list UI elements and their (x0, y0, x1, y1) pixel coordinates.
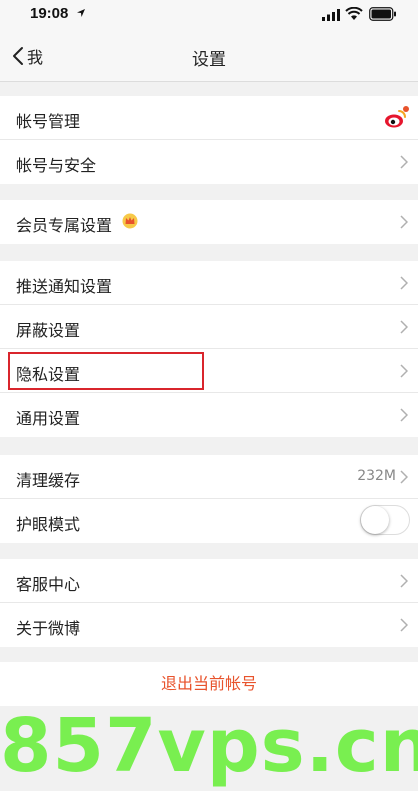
settings-item-eye-protection: 护眼模式 (0, 499, 418, 543)
chevron-right-icon (400, 574, 408, 588)
battery-icon (369, 7, 396, 21)
row-label: 客服中心 (16, 575, 81, 594)
chevron-right-icon (400, 364, 408, 378)
settings-item-push-notifications[interactable]: 推送通知设置 (0, 261, 418, 305)
settings-item-about-weibo[interactable]: 关于微博 (0, 603, 418, 647)
storage-group: 清理缓存 232M 护眼模式 (0, 455, 418, 543)
toggle-knob (361, 506, 389, 534)
settings-item-general[interactable]: 通用设置 (0, 393, 418, 437)
weibo-logo-icon (385, 106, 409, 128)
row-label: 清理缓存 (16, 471, 81, 490)
chevron-right-icon (400, 470, 408, 484)
page-title: 设置 (192, 50, 226, 70)
chevron-right-icon (400, 408, 408, 422)
eye-protection-toggle[interactable] (360, 505, 410, 535)
row-label: 通用设置 (16, 409, 81, 428)
nav-bar: 我 设置 (0, 30, 418, 82)
wifi-icon (345, 7, 363, 20)
row-label: 隐私设置 (16, 365, 81, 384)
settings-item-clear-cache[interactable]: 清理缓存 232M (0, 455, 418, 499)
row-label: 推送通知设置 (16, 277, 113, 296)
cellular-signal-icon (322, 9, 340, 21)
status-time: 19:08 (30, 5, 69, 22)
logout-button[interactable]: 退出当前帐号 (0, 662, 418, 706)
about-group: 客服中心 关于微博 (0, 559, 418, 647)
chevron-right-icon (400, 276, 408, 290)
row-label: 帐号与安全 (16, 156, 97, 175)
account-group: 帐号管理 帐号与安全 (0, 96, 418, 184)
chevron-right-icon (400, 215, 408, 229)
row-label: 屏蔽设置 (16, 321, 81, 340)
chevron-right-icon (400, 618, 408, 632)
settings-item-block[interactable]: 屏蔽设置 (0, 305, 418, 349)
row-label: 护眼模式 (16, 515, 81, 534)
cache-size-value: 232M (357, 468, 396, 484)
member-group: 会员专属设置 (0, 200, 418, 244)
settings-item-customer-service[interactable]: 客服中心 (0, 559, 418, 603)
chevron-right-icon (400, 155, 408, 169)
settings-item-member[interactable]: 会员专属设置 (0, 200, 418, 244)
status-bar: 19:08 (0, 0, 418, 30)
row-label: 帐号管理 (16, 112, 81, 131)
watermark-text: 857vps.cn (0, 703, 418, 789)
row-label: 关于微博 (16, 619, 81, 638)
location-arrow-icon (77, 9, 85, 17)
row-label: 会员专属设置 (16, 216, 113, 235)
settings-item-account-management[interactable]: 帐号管理 (0, 96, 418, 140)
settings-group: 推送通知设置 屏蔽设置 隐私设置 通用设置 (0, 261, 418, 437)
crown-badge-icon (122, 213, 138, 229)
chevron-right-icon (400, 320, 408, 334)
settings-item-account-security[interactable]: 帐号与安全 (0, 140, 418, 184)
settings-item-privacy[interactable]: 隐私设置 (0, 349, 418, 393)
